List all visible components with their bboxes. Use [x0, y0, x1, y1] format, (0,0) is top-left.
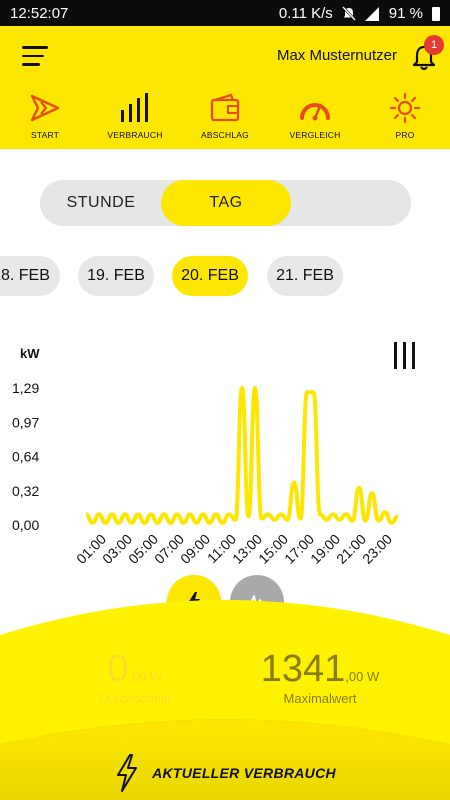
wallet-icon [210, 93, 240, 122]
date-chip-selected[interactable]: 20. FEB [172, 256, 248, 296]
user-name[interactable]: Max Musternutzer [277, 47, 397, 64]
battery-percent: 91 % [388, 5, 423, 22]
nav-label: PRO [395, 130, 415, 140]
date-chip[interactable]: 18. FEB [0, 256, 60, 296]
max-caption: Maximalwert [283, 691, 357, 706]
status-bar: 12:52:07 0.11 K/s 91 % [0, 0, 450, 26]
date-chip[interactable]: 21. FEB [267, 256, 343, 296]
x-tick-label: 23:00 [359, 531, 395, 567]
average-value: 0 [107, 648, 129, 690]
nav-item-abschlag[interactable]: ABSCHLAG [180, 92, 270, 144]
menu-line-icon [22, 63, 40, 66]
nav-label: VERGLEICH [289, 130, 341, 140]
consumption-series-line [85, 386, 399, 525]
x-tick-label: 09:00 [177, 531, 213, 567]
nav-item-pro[interactable]: PRO [360, 92, 450, 144]
hamburger-menu-button[interactable] [22, 46, 48, 68]
y-tick-label: 0,64 [12, 449, 39, 465]
nav-label: ABSCHLAG [201, 130, 249, 140]
y-tick-label: 1,29 [12, 380, 39, 396]
sun-icon [389, 92, 421, 124]
date-chip[interactable]: 19. FEB [78, 256, 154, 296]
period-option-stunde[interactable]: STUNDE [40, 180, 162, 226]
current-consumption-label: AKTUELLER VERBRAUCH [152, 765, 336, 781]
clock: 12:52:07 [10, 5, 69, 22]
date-selector: 18. FEB 19. FEB 20. FEB 21. FEB [0, 256, 450, 296]
max-value: 1341 [260, 648, 346, 690]
notification-badge: 1 [424, 35, 444, 55]
gauge-icon [300, 103, 330, 121]
y-tick-label: 0,97 [12, 414, 39, 430]
nav-label: VERBRAUCH [107, 130, 163, 140]
start-icon [30, 94, 60, 122]
consumption-chart: kW1,290,970,640,320,0001:0003:0005:0007:… [12, 346, 399, 567]
header: Max Musternutzer 1 START VERBRAUCH ABSCH… [0, 26, 450, 149]
nav-label: START [30, 130, 60, 140]
max-stat: 1341,00 W Maximalwert [240, 648, 400, 706]
max-unit: ,00 W [345, 669, 380, 684]
y-axis-label: kW [20, 346, 40, 361]
menu-line-icon [22, 54, 44, 57]
lightning-icon [117, 754, 138, 792]
y-tick-label: 0,00 [12, 517, 39, 533]
average-stat: 0,00 W Durchschnitt [60, 648, 210, 706]
period-toggle: STUNDE TAG [40, 180, 411, 226]
menu-line-icon [22, 46, 48, 49]
nav-item-verbrauch[interactable]: VERBRAUCH [90, 92, 180, 144]
status-icons: 0.11 K/s 91 % [279, 5, 440, 22]
average-caption: Durchschnitt [98, 691, 172, 706]
consumption-bars-icon [121, 93, 148, 122]
period-option-tag[interactable]: TAG [161, 180, 291, 226]
chart-bars-icon[interactable] [392, 342, 418, 370]
nav-item-vergleich[interactable]: VERGLEICH [270, 92, 360, 144]
signal-icon [364, 6, 379, 21]
average-unit: ,00 W [128, 669, 163, 684]
nav-item-start[interactable]: START [0, 92, 90, 144]
main-nav: START VERBRAUCH ABSCHLAG VERGLEICH PRO [0, 92, 450, 144]
battery-icon [432, 6, 440, 21]
network-speed: 0.11 K/s [278, 5, 333, 22]
mute-icon [341, 6, 356, 21]
y-tick-label: 0,32 [12, 483, 39, 499]
current-consumption-button[interactable]: AKTUELLER VERBRAUCH [0, 748, 450, 798]
